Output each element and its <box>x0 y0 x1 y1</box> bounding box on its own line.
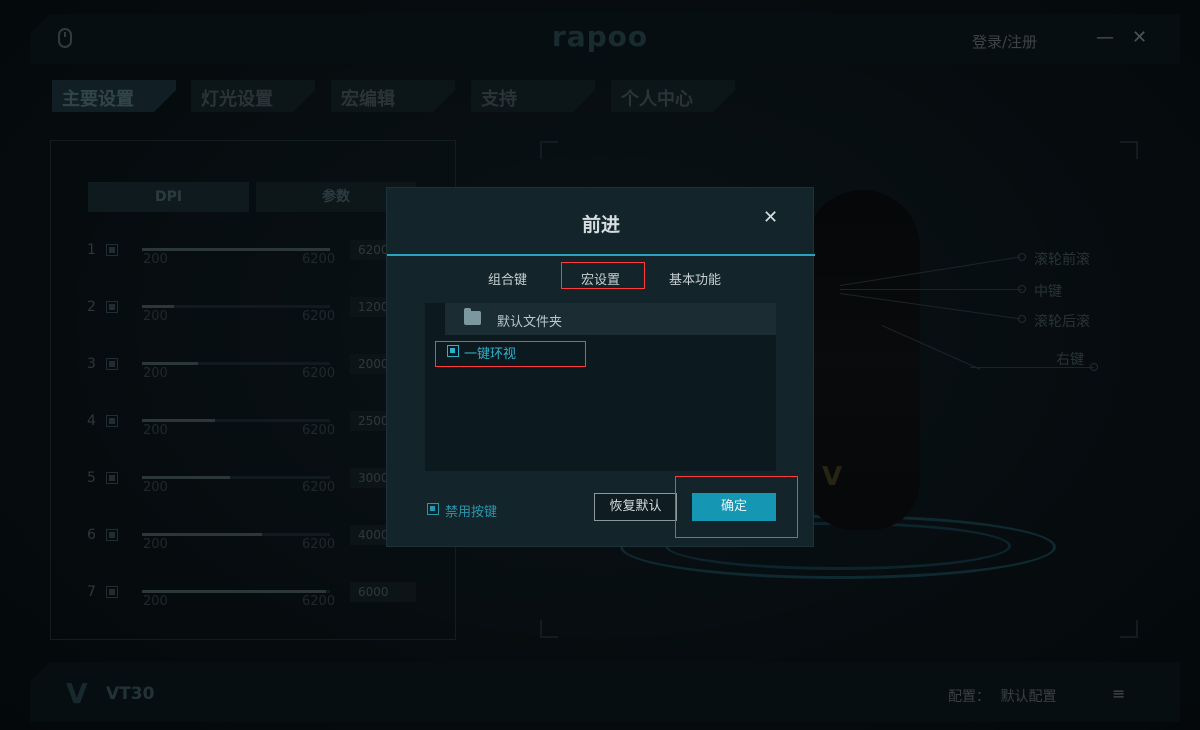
disable-key-label[interactable]: 禁用按键 <box>445 501 497 520</box>
dialog-title: 前进 <box>581 214 620 236</box>
dialog-divider <box>387 254 815 256</box>
folder-row[interactable]: 默认文件夹 <box>445 303 776 335</box>
macro-item-highlight <box>435 341 586 367</box>
tab-combo-key[interactable]: 组合键 <box>488 269 527 288</box>
macro-list: 默认文件夹 <box>425 303 776 471</box>
tab-basic-functions[interactable]: 基本功能 <box>669 269 721 288</box>
close-icon[interactable]: ✕ <box>763 207 778 228</box>
active-tab-highlight <box>561 262 645 289</box>
folder-label: 默认文件夹 <box>497 315 563 330</box>
folder-icon <box>464 308 481 325</box>
button-assign-dialog: 前进 ✕ 组合键 宏设置 基本功能 默认文件夹 一键环视 禁用按键 恢复默认 确… <box>386 187 815 547</box>
restore-default-button[interactable]: 恢复默认 <box>594 493 677 521</box>
disable-key-checkbox[interactable] <box>427 503 439 515</box>
confirm-highlight <box>675 476 798 538</box>
